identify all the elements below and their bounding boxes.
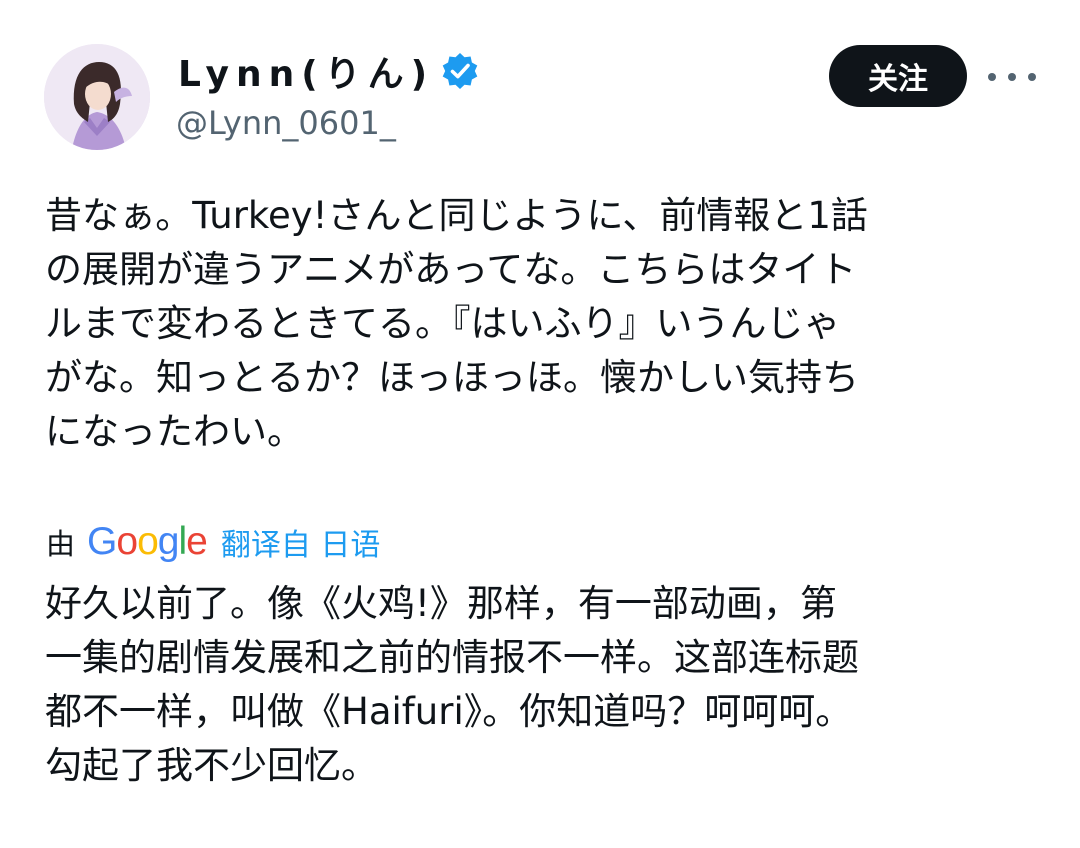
tweet-text-line: の展開が違うアニメがあってな。こちらはタイト (45, 248, 857, 291)
translation-attribution: 由 Google 翻译自 日语 (46, 520, 380, 564)
translated-text-line: 一集的剧情发展和之前的情报不一样。这部连标题 (45, 636, 859, 679)
tweet-text-line: 昔なぁ。Turkey!さんと同じように、前情報と1話 (45, 194, 868, 237)
translated-from-link[interactable]: 翻译自 日语 (221, 520, 381, 564)
translated-text: 好久以前了。像《火鸡!》那样，有一部动画，第 一集的剧情发展和之前的情报不一样。… (45, 577, 1035, 793)
translated-text-line: 都不一样，叫做《Haifuri》。你知道吗？呵呵呵。 (45, 690, 853, 733)
tweet-text: 昔なぁ。Turkey!さんと同じように、前情報と1話 の展開が違うアニメがあって… (45, 189, 1035, 459)
follow-button[interactable]: 关注 (829, 45, 967, 107)
tweet-text-line: になったわい。 (45, 410, 304, 453)
author-name-row: Lynn(りん) (178, 46, 480, 96)
more-dot (988, 73, 996, 81)
translated-text-line: 好久以前了。像《火鸡!》那样，有一部动画，第 (45, 582, 837, 625)
tweet-text-line: がな。知っとるか？ほっほっほ。懐かしい気持ち (45, 356, 859, 399)
more-horizontal-icon[interactable] (988, 60, 1036, 94)
more-dot (1028, 73, 1036, 81)
author-handle[interactable]: @Lynn_0601_ (176, 104, 396, 142)
tweet-text-line: ルまで変わるときてる。『はいふり』いうんじゃ (45, 302, 841, 345)
more-dot (1008, 73, 1016, 81)
translated-text-line: 勾起了我不少回忆。 (45, 744, 378, 787)
display-name[interactable]: Lynn(りん) (178, 45, 434, 97)
google-logo: Google (87, 520, 208, 563)
translated-by-label: 由 (46, 527, 76, 561)
avatar[interactable] (44, 44, 150, 150)
verified-badge-icon[interactable] (440, 51, 480, 91)
avatar-photo (44, 44, 150, 150)
